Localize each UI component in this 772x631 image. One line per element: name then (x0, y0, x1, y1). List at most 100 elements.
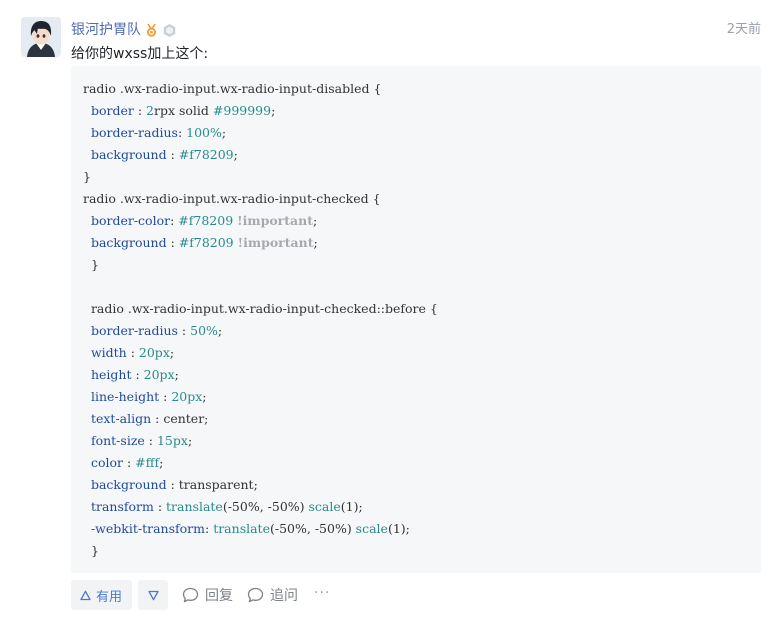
css-value: 50% (190, 323, 218, 338)
code-line: border-radius: 100%; (83, 122, 438, 144)
code-text: } (83, 169, 91, 184)
code-text: : (205, 521, 214, 536)
code-text: : (166, 235, 179, 250)
code-line: border-color: #f78209 !important; (83, 210, 438, 232)
code-text: : (177, 125, 187, 140)
css-property: border-color (90, 213, 171, 228)
css-property: color (90, 455, 123, 470)
css-value: #f78209 (178, 147, 234, 162)
css-property: border (90, 103, 134, 118)
code-text: : (177, 323, 191, 338)
css-function: translate (166, 499, 223, 514)
code-line: -webkit-transform: translate(-50%, -50%)… (83, 518, 438, 540)
code-block: radio .wx-radio-input.wx-radio-input-dis… (71, 66, 761, 573)
css-function: scale (308, 499, 341, 514)
answer-header: 银河护胃队 (71, 20, 177, 40)
code-content: radio .wx-radio-input.wx-radio-input-dis… (83, 78, 438, 562)
useful-button[interactable]: 有用 (71, 580, 133, 610)
code-line: radio .wx-radio-input.wx-radio-input-dis… (83, 78, 438, 100)
useful-label: 有用 (96, 589, 123, 605)
code-line: background : #f78209 !important; (83, 232, 438, 254)
code-text: rpx solid (153, 103, 213, 118)
css-function: scale (355, 521, 388, 536)
code-text: radio .wx-radio-input.wx-radio-input-che… (83, 191, 381, 206)
code-text: : (126, 345, 139, 360)
code-line: text-align : center; (83, 408, 438, 430)
css-property: background (90, 147, 167, 162)
post-time: 2天前 (726, 22, 761, 37)
code-text: : center; (151, 411, 209, 426)
css-value: #999999 (212, 103, 272, 118)
code-line: background : transparent; (83, 474, 438, 496)
css-function: translate (213, 521, 270, 536)
code-text: (-50%, -50%) (222, 499, 309, 514)
code-line: color : #fff; (83, 452, 438, 474)
code-text: } (83, 257, 99, 272)
level-badge-icon[interactable] (162, 23, 177, 38)
follow-up-button[interactable]: 追问 (247, 580, 298, 610)
code-line: border-radius : 50%; (83, 320, 438, 342)
code-text: : (131, 367, 144, 382)
css-property: border-radius (90, 125, 178, 140)
upvote-triangle-icon (80, 590, 91, 600)
code-line: } (83, 166, 438, 188)
important-keyword: !important (237, 213, 314, 228)
code-text: (1); (387, 521, 410, 536)
follow-up-label: 追问 (270, 588, 299, 604)
code-text: (-50%, -50%) (269, 521, 356, 536)
css-property: font-size (90, 433, 145, 448)
code-line: background : #f78209; (83, 144, 438, 166)
code-text: : transparent; (166, 477, 258, 492)
follow-up-bubble-icon (247, 587, 264, 603)
css-value: 2 (146, 103, 154, 118)
code-line: } (83, 540, 438, 562)
css-value: 15px (156, 433, 188, 448)
medal-badge-icon[interactable] (144, 23, 159, 38)
downvote-button[interactable] (138, 580, 169, 610)
css-property: background (90, 477, 167, 492)
code-text: } (83, 543, 99, 558)
more-options-button[interactable]: ··· (314, 580, 330, 610)
reply-button[interactable]: 回复 (182, 580, 233, 610)
code-text: ; (169, 345, 175, 360)
code-text: (1); (340, 499, 363, 514)
css-property: background (90, 235, 167, 250)
author-name[interactable]: 银河护胃队 (71, 20, 141, 40)
code-text: ; (221, 125, 227, 140)
code-text: : (133, 103, 147, 118)
code-line: line-height : 20px; (83, 386, 438, 408)
code-text: ; (233, 147, 238, 162)
avatar[interactable] (21, 17, 61, 57)
code-text: : (159, 389, 172, 404)
css-property: text-align (90, 411, 152, 426)
code-line: } (83, 254, 438, 276)
css-value: 20px (143, 367, 175, 382)
css-value: #f78209 (178, 213, 234, 228)
code-text: ; (174, 367, 179, 382)
answer-intro-text: 给你的wxss加上这个: (71, 46, 209, 62)
css-value: 100% (186, 125, 222, 140)
code-line: border : 2rpx solid #999999; (83, 100, 438, 122)
answer-actions: 有用 回复 追问 ··· (71, 580, 330, 610)
code-text: radio .wx-radio-input.wx-radio-input-che… (83, 301, 438, 316)
downvote-triangle-icon (147, 590, 159, 600)
code-line: radio .wx-radio-input.wx-radio-input-che… (83, 188, 438, 210)
code-text: radio .wx-radio-input.wx-radio-input-dis… (83, 81, 382, 96)
code-text: ; (202, 389, 207, 404)
answer-card: 银河护胃队 2天前 给你的wxss加上这个: radio .wx-radio-i… (0, 0, 772, 631)
css-property: line-height (90, 389, 160, 404)
code-text: : (166, 147, 179, 162)
css-value: 20px (138, 345, 170, 360)
